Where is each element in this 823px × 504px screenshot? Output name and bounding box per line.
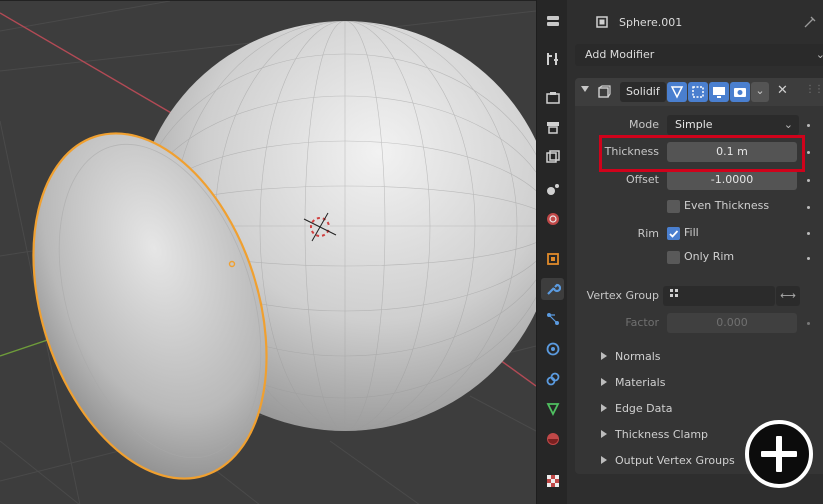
keyframe-dot[interactable] [807, 206, 810, 209]
keyframe-dot[interactable] [807, 179, 810, 182]
invert-arrows-icon[interactable]: ⟷ [776, 286, 800, 306]
3d-viewport[interactable] [0, 0, 536, 504]
keyframe-dot[interactable] [807, 232, 810, 235]
modifier-icon[interactable] [541, 278, 564, 300]
pin-icon[interactable] [803, 12, 817, 32]
physics-icon[interactable] [541, 338, 564, 360]
thickness-highlight-box [599, 135, 805, 172]
render-icon[interactable] [541, 86, 564, 108]
fill-label: Fill [684, 226, 699, 239]
viewport-scene [0, 1, 536, 504]
material-icon[interactable] [541, 428, 564, 450]
keyframe-dot[interactable] [807, 151, 810, 154]
add-modifier-label: Add Modifier [585, 48, 655, 61]
object-type-icon [595, 12, 609, 32]
add-modifier-dropdown[interactable]: Add Modifier ⌄ [575, 44, 823, 66]
object-data-icon[interactable] [541, 398, 564, 420]
object-name-label: Sphere.001 [619, 15, 683, 29]
x-axis-line [0, 12, 186, 122]
object-icon[interactable] [541, 248, 564, 270]
expand-triangle-icon [601, 430, 607, 438]
edge-data-subpanel[interactable]: Edge Data [601, 400, 672, 418]
expand-triangle-icon [601, 352, 607, 360]
vertex-group-label: Vertex Group [586, 289, 659, 302]
expand-triangle-icon [601, 456, 607, 464]
edit-cage-icon[interactable] [667, 82, 687, 102]
expand-triangle-icon [601, 378, 607, 386]
materials-subpanel[interactable]: Materials [601, 374, 665, 392]
drag-handle-icon[interactable]: ⋮⋮ [805, 84, 823, 95]
dropdown-chevron-icon[interactable]: ⌄ [751, 82, 769, 102]
vertex-group-icon [670, 289, 678, 297]
texture-icon[interactable] [541, 470, 564, 492]
properties-tab-strip [536, 0, 567, 504]
view-layer-icon[interactable] [541, 146, 564, 168]
world-icon[interactable] [541, 208, 564, 230]
thickness-clamp-subpanel[interactable]: Thickness Clamp [601, 426, 708, 444]
mode-value: Simple [675, 118, 713, 131]
modifier-header: Solidif ⌄ ✕ ⋮⋮ [575, 78, 823, 106]
constraints-icon[interactable] [541, 368, 564, 390]
properties-header: Sphere.001 [567, 8, 823, 34]
only-rim-checkbox[interactable] [667, 251, 680, 264]
chevron-down-icon: ⌄ [815, 48, 823, 61]
rim-label: Rim [637, 227, 659, 240]
close-icon[interactable]: ✕ [777, 83, 788, 98]
factor-label: Factor [625, 316, 659, 329]
particles-icon[interactable] [541, 308, 564, 330]
output-vertex-groups-subpanel[interactable]: Output Vertex Groups [601, 452, 735, 470]
offset-field[interactable]: -1.0000 [667, 170, 797, 190]
keyframe-dot[interactable] [807, 257, 810, 260]
keyframe-dot[interactable] [807, 322, 810, 325]
even-thickness-checkbox[interactable] [667, 200, 680, 213]
editor-type-icon[interactable] [541, 10, 564, 32]
factor-field[interactable]: 0.000 [667, 313, 797, 333]
offset-label: Offset [625, 173, 659, 186]
tool-icon[interactable] [541, 48, 564, 70]
modifier-name-field[interactable]: Solidif [620, 82, 666, 102]
normals-subpanel[interactable]: Normals [601, 348, 661, 366]
edit-mode-icon[interactable] [688, 82, 708, 102]
scene-icon[interactable] [541, 178, 564, 200]
expand-triangle-icon [601, 404, 607, 412]
mode-dropdown[interactable]: Simple ⌄ [667, 115, 799, 135]
even-thickness-label: Even Thickness [684, 199, 770, 212]
mode-label: Mode [629, 118, 659, 131]
chevron-down-icon: ⌄ [783, 118, 793, 131]
solidify-icon [597, 85, 611, 102]
keyframe-dot[interactable] [807, 124, 810, 127]
only-rim-label: Only Rim [684, 250, 735, 263]
viewport-display-icon[interactable] [709, 82, 729, 102]
output-icon[interactable] [541, 116, 564, 138]
collapse-triangle-icon[interactable] [581, 86, 589, 92]
add-circle-icon[interactable] [745, 420, 813, 488]
fill-checkbox[interactable] [667, 227, 680, 240]
render-camera-icon[interactable] [730, 82, 750, 102]
vertex-group-field[interactable] [663, 286, 775, 306]
